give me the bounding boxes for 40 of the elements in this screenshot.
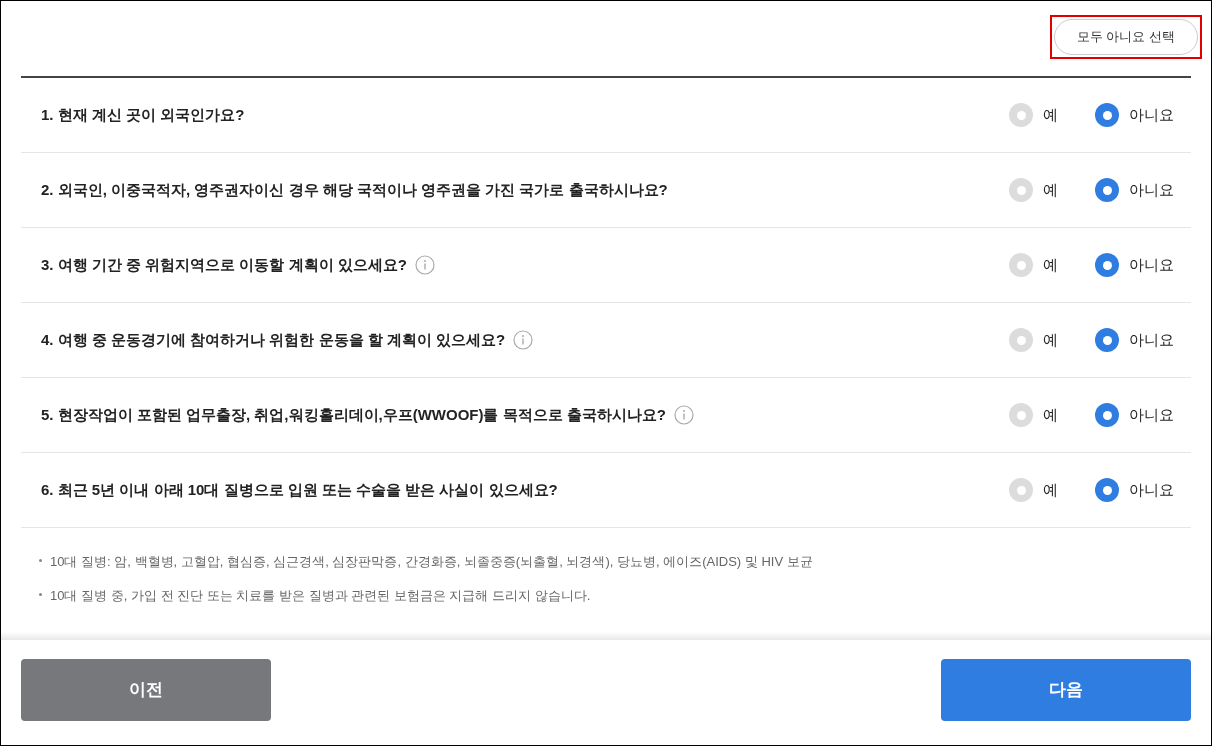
- next-button[interactable]: 다음: [941, 659, 1191, 721]
- select-all-no-button[interactable]: 모두 아니요 선택: [1053, 19, 1198, 55]
- info-icon[interactable]: [674, 405, 694, 425]
- radio-button[interactable]: [1095, 478, 1119, 502]
- option-label[interactable]: 아니요: [1129, 253, 1174, 277]
- question-text: 5. 현장작업이 포함된 업무출장, 취업,워킹홀리데이,우프(WWOOF)를 목적으로 출국하시나요?: [41, 404, 666, 425]
- question-text: 1. 현재 계신 곳이 외국인가요?: [41, 104, 245, 125]
- option-label[interactable]: 예: [1043, 478, 1058, 502]
- option-label[interactable]: 아니요: [1129, 478, 1174, 502]
- option-label[interactable]: 예: [1043, 253, 1058, 277]
- radio-button[interactable]: [1009, 328, 1033, 352]
- bullet-icon: [39, 592, 42, 596]
- radio-button[interactable]: [1095, 178, 1119, 202]
- radio-button[interactable]: [1095, 253, 1119, 277]
- question-text: 4. 여행 중 운동경기에 참여하거나 위험한 운동을 할 계획이 있으세요?: [41, 329, 506, 350]
- option-label[interactable]: 예: [1043, 103, 1058, 127]
- option-label[interactable]: 아니요: [1129, 178, 1174, 202]
- radio-button[interactable]: [1009, 478, 1033, 502]
- radio-button[interactable]: [1009, 253, 1033, 277]
- radio-button[interactable]: [1009, 178, 1033, 202]
- radio-button[interactable]: [1095, 103, 1119, 127]
- radio-button[interactable]: [1095, 328, 1119, 352]
- option-label[interactable]: 예: [1043, 328, 1058, 352]
- previous-button[interactable]: 이전: [21, 659, 271, 721]
- info-icon[interactable]: [414, 255, 435, 275]
- option-label[interactable]: 예: [1043, 403, 1058, 427]
- note-text: 10대 질병 중, 가입 전 진단 또는 치료를 받은 질병과 관련된 보험금은 지급해 드리지 않습니다.: [50, 586, 591, 605]
- info-icon[interactable]: [513, 330, 534, 350]
- radio-button[interactable]: [1095, 403, 1119, 427]
- option-label[interactable]: 아니요: [1129, 403, 1174, 427]
- question-text: 3. 여행 기간 중 위험지역으로 이동할 계획이 있으세요?: [41, 254, 407, 275]
- option-label[interactable]: 아니요: [1129, 328, 1174, 352]
- option-label[interactable]: 아니요: [1129, 103, 1174, 127]
- bullet-icon: [39, 559, 42, 562]
- question-text: 2. 외국인, 이중국적자, 영주권자이신 경우 해당 국적이나 영주권을 가진 국가로 출국하시나요?: [41, 179, 668, 200]
- note-text: 10대 질병: 암, 백혈병, 고혈압, 협심증, 심근경색, 심장판막증, 간경화증, 뇌졸중증(뇌출혈, 뇌경색), 당뇨병, 에이즈(AIDS) 및 HIV 보균: [50, 553, 813, 571]
- question-text: 6. 최근 5년 이내 아래 10대 질병으로 입원 또는 수술을 받은 사실이 있으세요?: [41, 479, 558, 500]
- radio-button[interactable]: [1009, 403, 1033, 427]
- option-label[interactable]: 예: [1043, 178, 1058, 202]
- radio-button[interactable]: [1009, 103, 1033, 127]
